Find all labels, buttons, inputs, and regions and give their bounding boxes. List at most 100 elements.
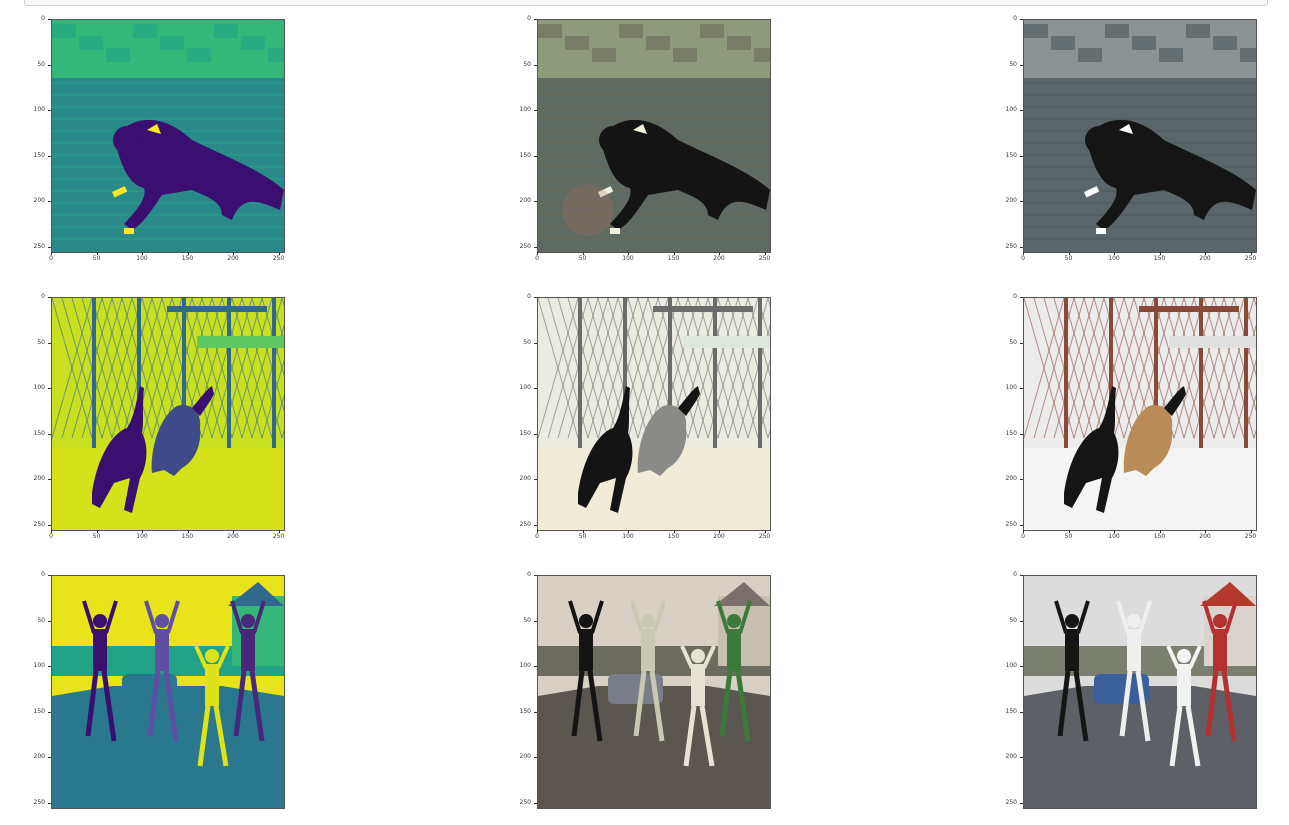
- y-tick-label: 50: [1009, 616, 1017, 624]
- y-tick-label: 200: [1005, 475, 1017, 482]
- y-tick: [534, 388, 537, 389]
- y-tick: [1020, 342, 1023, 344]
- y-tick: [534, 757, 537, 758]
- y-tick: [1020, 711, 1023, 713]
- y-tick-label: 250: [33, 520, 45, 528]
- y-tick: [1020, 297, 1023, 298]
- plot-image: [537, 575, 771, 809]
- y-tick: [48, 110, 51, 111]
- plot-image: [1023, 297, 1257, 531]
- output-image-panel: 0 50 100 150 200 250 0 50 100 150 200 250: [997, 15, 1259, 269]
- y-tick-label: 50: [523, 616, 531, 624]
- y-tick-label: 50: [523, 60, 531, 68]
- y-tick-label: 250: [519, 242, 531, 250]
- y-tick: [1020, 620, 1023, 622]
- y-tick-label: 50: [37, 616, 45, 624]
- y-tick: [48, 246, 51, 248]
- y-tick-label: 0: [41, 293, 45, 300]
- y-tick: [48, 711, 51, 713]
- plot-image: [1023, 19, 1257, 253]
- x-tick-label: 100: [1108, 255, 1120, 262]
- y-tick-label: 200: [33, 197, 45, 204]
- y-tick-label: 150: [1005, 429, 1017, 437]
- x-tick-label: 250: [1244, 255, 1257, 262]
- x-tick-label: 200: [1199, 533, 1211, 540]
- x-tick-label: 250: [272, 255, 285, 262]
- y-tick: [534, 246, 537, 248]
- y-tick-label: 250: [1005, 798, 1017, 806]
- y-tick: [48, 433, 51, 435]
- y-tick-label: 150: [1005, 707, 1017, 715]
- y-tick-label: 0: [527, 15, 531, 22]
- plot-image: [1023, 575, 1257, 809]
- y-tick: [1020, 64, 1023, 66]
- y-tick: [48, 620, 51, 622]
- x-tick-label: 0: [1021, 255, 1025, 262]
- y-tick: [534, 620, 537, 622]
- y-tick: [1020, 110, 1023, 111]
- y-tick: [534, 297, 537, 298]
- y-tick: [534, 342, 537, 344]
- y-tick-label: 100: [519, 106, 531, 113]
- y-tick: [534, 433, 537, 435]
- y-tick: [48, 388, 51, 389]
- y-tick-label: 150: [519, 151, 531, 159]
- y-tick: [1020, 802, 1023, 804]
- x-tick-label: 0: [535, 255, 539, 262]
- y-tick: [48, 479, 51, 480]
- y-tick: [48, 155, 51, 157]
- y-tick: [48, 802, 51, 804]
- y-tick: [534, 524, 537, 526]
- y-tick: [534, 19, 537, 20]
- y-tick: [1020, 155, 1023, 157]
- x-tick-label: 50: [1064, 255, 1073, 262]
- plot-image: [537, 297, 771, 531]
- x-tick-label: 100: [1108, 533, 1120, 540]
- y-tick: [1020, 479, 1023, 480]
- plot-image: [51, 575, 285, 809]
- y-tick-label: 0: [41, 571, 45, 578]
- y-tick: [1020, 575, 1023, 576]
- y-tick-label: 250: [33, 242, 45, 250]
- y-tick-label: 50: [1009, 60, 1017, 68]
- x-tick-label: 200: [713, 533, 725, 540]
- y-tick-label: 250: [519, 520, 531, 528]
- y-tick: [1020, 666, 1023, 667]
- y-tick: [534, 201, 537, 202]
- y-tick-label: 100: [1005, 384, 1017, 391]
- y-tick: [534, 666, 537, 667]
- y-tick-label: 0: [1013, 15, 1017, 22]
- y-tick-label: 200: [33, 475, 45, 482]
- x-tick-label: 100: [136, 533, 148, 540]
- output-image-panel: 0 50 100 150 200 250 0 50 100 150 200 250: [997, 294, 1259, 547]
- y-tick-label: 150: [519, 429, 531, 437]
- y-tick-label: 250: [33, 798, 45, 806]
- output-image-panel: 0 50 100 150 200 250 0 50 100 150 200 250: [25, 293, 287, 547]
- y-tick-label: 200: [33, 753, 45, 760]
- output-image-panel: 0 50 100 150 200 250: [511, 572, 773, 825]
- y-tick-label: 250: [1005, 520, 1017, 528]
- y-tick: [534, 64, 537, 66]
- x-tick-label: 0: [535, 533, 539, 540]
- y-tick: [534, 575, 537, 576]
- x-tick-label: 50: [92, 533, 101, 540]
- y-tick-label: 200: [519, 753, 531, 760]
- y-tick-label: 200: [1005, 197, 1017, 204]
- y-tick-label: 150: [33, 429, 45, 437]
- y-tick-label: 200: [1005, 753, 1017, 760]
- x-tick-label: 100: [622, 255, 634, 262]
- y-tick: [534, 479, 537, 480]
- x-tick-label: 50: [578, 533, 587, 540]
- y-tick: [48, 297, 51, 298]
- x-tick-label: 150: [181, 533, 194, 540]
- y-tick-label: 200: [519, 475, 531, 482]
- x-tick-label: 200: [1199, 255, 1211, 262]
- y-tick: [1020, 524, 1023, 526]
- y-tick: [1020, 19, 1023, 20]
- x-tick-label: 200: [227, 533, 239, 540]
- y-tick: [1020, 388, 1023, 389]
- x-tick-label: 100: [136, 255, 148, 262]
- y-tick-label: 0: [41, 15, 45, 22]
- y-tick: [534, 155, 537, 157]
- y-tick-label: 100: [1005, 106, 1017, 113]
